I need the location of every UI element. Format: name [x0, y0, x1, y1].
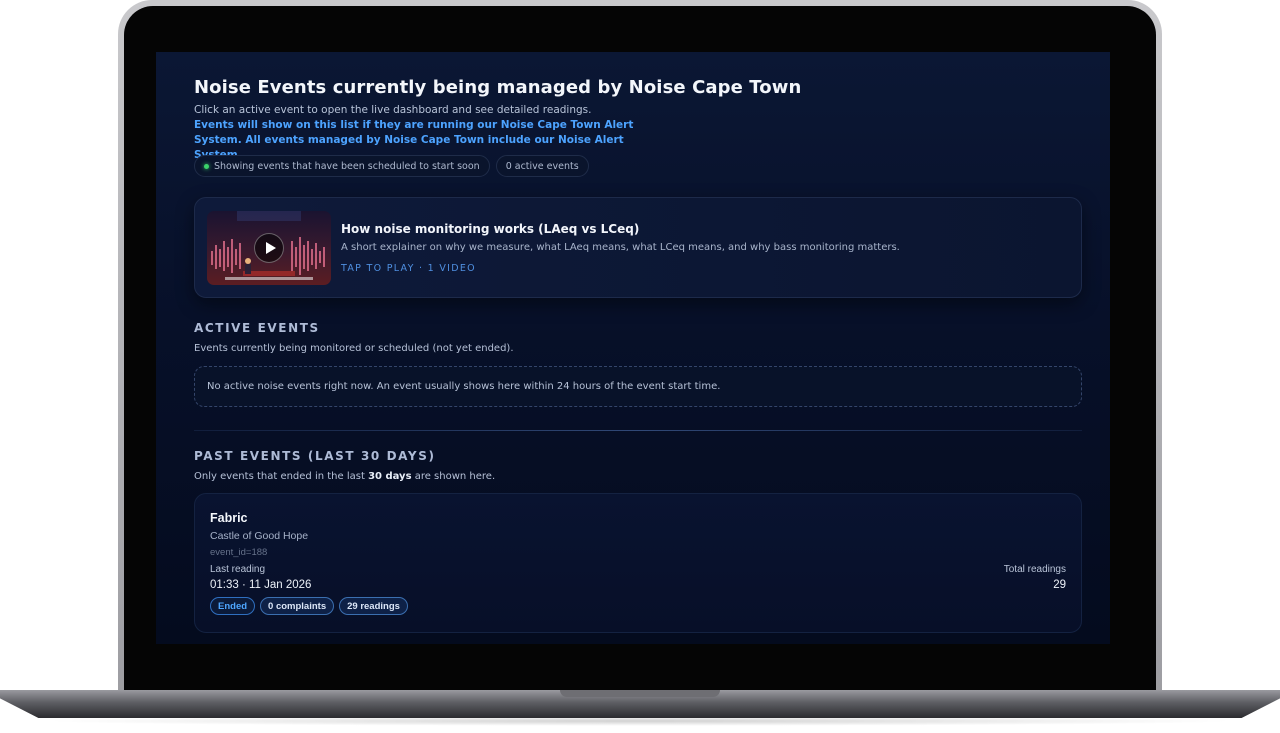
past-sub-post: are shown here. [411, 471, 496, 482]
complaints-badge: 0 complaints [260, 597, 335, 615]
empty-message: No active noise events right now. An eve… [207, 381, 721, 392]
active-events-empty: No active noise events right now. An eve… [194, 366, 1082, 407]
active-events-heading: ACTIVE EVENTS [194, 321, 320, 335]
section-divider [194, 430, 1082, 431]
readings-badge: 29 readings [339, 597, 408, 615]
active-events-subtitle: Events currently being monitored or sche… [194, 343, 514, 354]
video-card[interactable]: How noise monitoring works (LAeq vs LCeq… [194, 197, 1082, 298]
video-description: A short explainer on why we measure, wha… [341, 242, 900, 253]
total-readings-value: 29 [1053, 579, 1066, 591]
past-events-heading: PAST EVENTS (LAST 30 DAYS) [194, 449, 436, 463]
laptop-notch [560, 690, 720, 697]
active-count-label: 0 active events [505, 160, 579, 172]
status-dot-icon [204, 163, 209, 169]
intro-text: Click an active event to open the live d… [194, 103, 634, 163]
play-button[interactable] [254, 233, 284, 263]
video-title[interactable]: How noise monitoring works (LAeq vs LCeq… [341, 222, 639, 236]
last-reading-label: Last reading [210, 564, 266, 575]
play-icon [265, 242, 276, 254]
event-badges: Ended 0 complaints 29 readings [210, 597, 408, 615]
app-screen[interactable]: Noise Events currently being managed by … [156, 52, 1110, 644]
page-title: Noise Events currently being managed by … [194, 77, 802, 98]
past-sub-bold: 30 days [368, 471, 412, 482]
last-reading-value: 01:33 · 11 Jan 2026 [210, 579, 312, 591]
active-count-chip[interactable]: 0 active events [495, 155, 589, 177]
past-sub-pre: Only events that ended in the last [194, 471, 369, 482]
total-readings-label: Total readings [1003, 564, 1066, 575]
scheduled-chip-label: Showing events that have been scheduled … [214, 160, 480, 172]
intro-plain: Click an active event to open the live d… [194, 104, 592, 116]
scheduled-chip[interactable]: Showing events that have been scheduled … [194, 155, 490, 177]
event-id: event_id=188 [210, 547, 268, 558]
video-thumbnail[interactable] [207, 211, 331, 285]
past-events-subtitle: Only events that ended in the last 30 da… [194, 471, 495, 482]
event-venue: Castle of Good Hope [210, 530, 309, 542]
event-name: Fabric [210, 511, 248, 525]
past-event-card[interactable]: Fabric Castle of Good Hope event_id=188 … [194, 493, 1082, 633]
filter-chips: Showing events that have been scheduled … [194, 155, 589, 177]
ended-badge: Ended [210, 597, 256, 615]
video-meta[interactable]: TAP TO PLAY · 1 VIDEO [341, 263, 476, 274]
